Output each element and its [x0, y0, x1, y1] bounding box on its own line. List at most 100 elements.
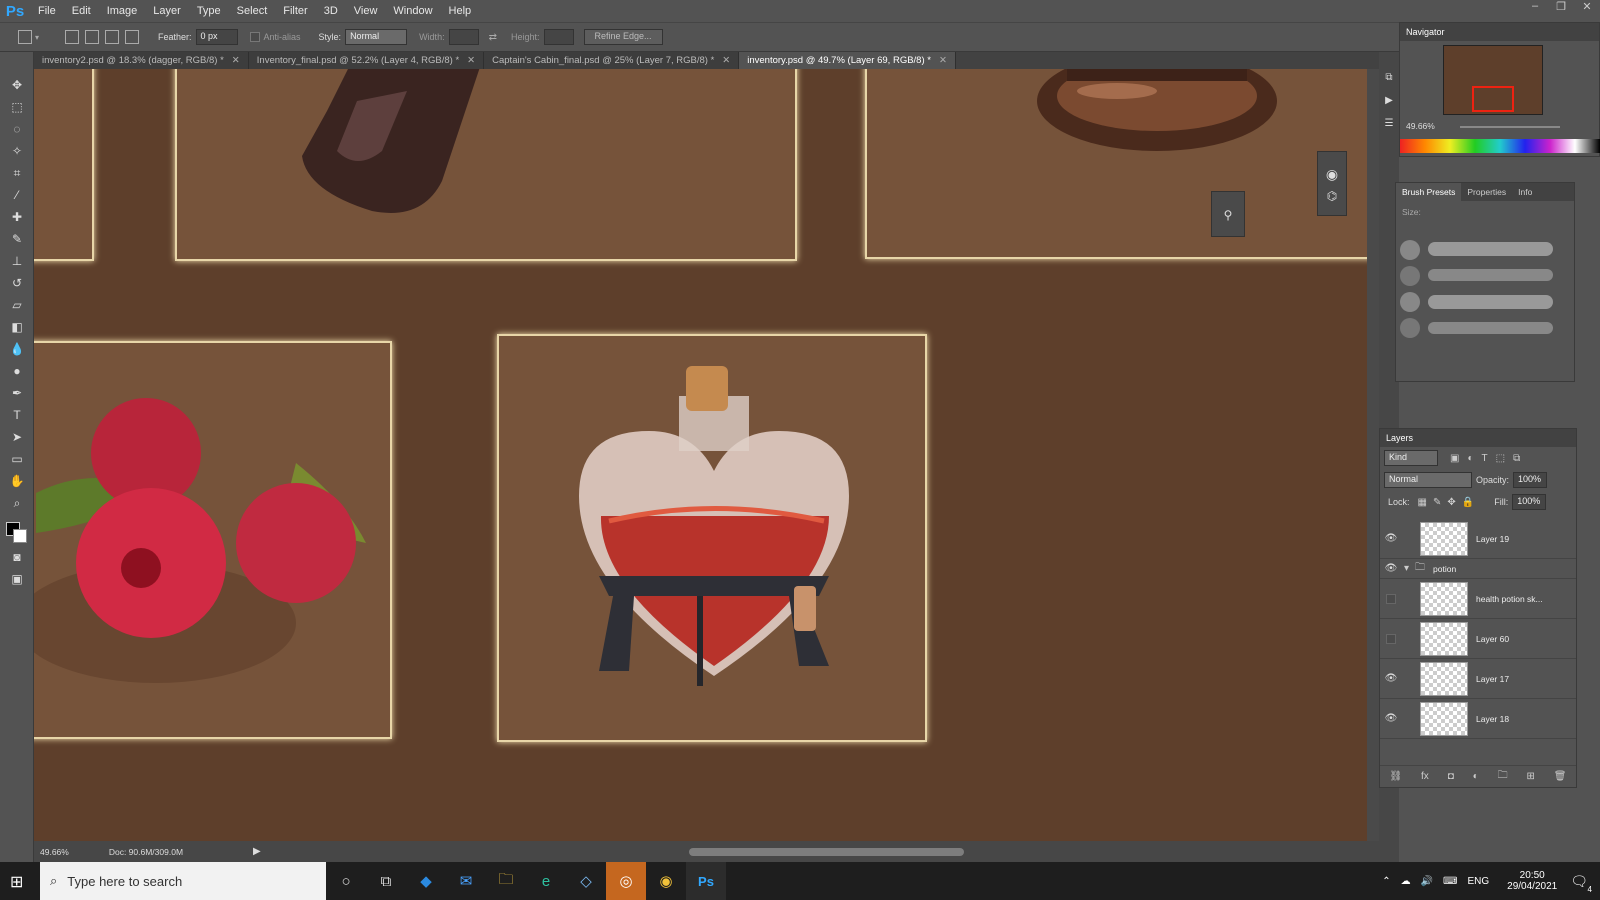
notifications-icon[interactable]: 🗨 4 — [1570, 873, 1592, 894]
eye-icon[interactable]: 👁 — [1380, 713, 1402, 724]
navigator-zoom[interactable]: 49.66% — [1406, 121, 1435, 131]
menu-3d[interactable]: 3D — [316, 5, 346, 17]
chevron-down-icon[interactable]: ▾ — [35, 33, 55, 42]
clock[interactable]: 20:50 29/04/2021 — [1502, 870, 1562, 892]
zoom-tool-icon[interactable]: ⌕ — [8, 494, 26, 512]
app-icon[interactable]: ◎ — [606, 862, 646, 900]
close-icon[interactable]: ✕ — [467, 55, 475, 66]
lock-image-icon[interactable]: ✎ — [1433, 497, 1441, 508]
refine-edge-button[interactable]: Refine Edge... — [583, 29, 663, 45]
document-canvas[interactable] — [34, 69, 1379, 841]
visibility-toggle[interactable] — [1386, 593, 1396, 604]
tab-brush-presets[interactable]: Brush Presets — [1396, 183, 1462, 201]
menu-image[interactable]: Image — [99, 5, 146, 17]
subtract-selection-icon[interactable] — [105, 30, 119, 44]
screen-mode-icon[interactable]: ▣ — [8, 570, 26, 588]
pen-tool-icon[interactable]: ✒ — [8, 384, 26, 402]
filter-adjustment-icon[interactable]: ◐ — [1467, 453, 1473, 464]
minimize-icon[interactable]: – — [1522, 0, 1548, 16]
menu-type[interactable]: Type — [189, 5, 229, 17]
new-layer-icon[interactable]: ⊞ — [1526, 771, 1534, 782]
blend-mode-select[interactable]: Normal — [1384, 472, 1472, 488]
mail-icon[interactable]: ✉ — [446, 862, 486, 900]
tab-captains-cabin[interactable]: Captain's Cabin_final.psd @ 25% (Layer 7… — [484, 52, 740, 69]
menu-select[interactable]: Select — [229, 5, 276, 17]
horizontal-scrollbar[interactable] — [689, 848, 964, 856]
network-icon[interactable]: ☁ — [1401, 876, 1411, 887]
3d-object-icon[interactable]: ◉ — [1318, 166, 1346, 183]
language-indicator[interactable]: ENG — [1467, 876, 1489, 887]
tab-inventory-final[interactable]: Inventory_final.psd @ 52.2% (Layer 4, RG… — [248, 52, 485, 69]
keyboard-icon[interactable]: ⌨ — [1443, 876, 1457, 887]
link-layers-icon[interactable]: ⛓ — [1389, 771, 1402, 782]
zoom-slider[interactable] — [1460, 126, 1560, 128]
menu-edit[interactable]: Edit — [64, 5, 99, 17]
crop-tool-icon[interactable]: ⌗ — [8, 164, 26, 182]
dodge-tool-icon[interactable]: ● — [8, 362, 26, 380]
puppet-warp-icon[interactable]: ⚲ — [1212, 208, 1244, 222]
taskbar-search[interactable]: ⌕ Type here to search — [40, 862, 326, 900]
eye-icon[interactable]: 👁 — [1380, 533, 1402, 544]
quick-mask-icon[interactable]: ◙ — [8, 548, 26, 566]
menu-help[interactable]: Help — [441, 5, 480, 17]
menu-window[interactable]: Window — [385, 5, 440, 17]
close-icon[interactable]: ✕ — [232, 55, 240, 66]
layer-row[interactable]: Layer 60 — [1380, 619, 1576, 659]
app-icon[interactable]: ◇ — [566, 862, 606, 900]
close-icon[interactable]: ✕ — [722, 55, 730, 66]
eyedropper-icon[interactable]: ⁄ — [8, 186, 26, 204]
style-select[interactable]: Normal — [345, 29, 408, 45]
view-box[interactable] — [1472, 86, 1514, 112]
intersect-selection-icon[interactable] — [125, 30, 139, 44]
blur-tool-icon[interactable]: 💧 — [8, 340, 26, 358]
healing-brush-icon[interactable]: ✚ — [8, 208, 26, 226]
lock-all-icon[interactable]: 🔒 — [1462, 497, 1474, 508]
task-view-icon[interactable]: ⧉ — [366, 862, 406, 900]
menu-file[interactable]: File — [30, 5, 64, 17]
layer-row[interactable]: health potion sk... — [1380, 579, 1576, 619]
eye-icon[interactable]: 👁 — [1380, 563, 1402, 574]
swatches[interactable] — [1400, 139, 1600, 153]
add-mask-icon[interactable]: ◘ — [1448, 771, 1454, 782]
menu-layer[interactable]: Layer — [145, 5, 189, 17]
add-selection-icon[interactable] — [85, 30, 99, 44]
tab-properties[interactable]: Properties — [1461, 183, 1512, 201]
tab-info[interactable]: Info — [1512, 183, 1538, 201]
app-icon[interactable]: ◆ — [406, 862, 446, 900]
tab-inventory[interactable]: inventory.psd @ 49.7% (Layer 69, RGB/8) … — [739, 52, 956, 69]
close-icon[interactable]: ✕ — [939, 55, 947, 66]
brush-settings-icon[interactable]: ☰ — [1379, 118, 1399, 129]
magic-wand-icon[interactable]: ✧ — [8, 142, 26, 160]
menu-view[interactable]: View — [346, 5, 386, 17]
hand-tool-icon[interactable]: ✋ — [8, 472, 26, 490]
close-window-icon[interactable]: ✕ — [1574, 0, 1600, 16]
menu-filter[interactable]: Filter — [275, 5, 315, 17]
new-group-icon[interactable]: 🗀 — [1498, 768, 1508, 785]
shape-tool-icon[interactable]: ▭ — [8, 450, 26, 468]
path-select-icon[interactable]: ➤ — [8, 428, 26, 446]
photoshop-taskbar-icon[interactable]: Ps — [686, 862, 726, 900]
feather-input[interactable]: 0 px — [195, 29, 238, 45]
layer-row[interactable]: 👁 Layer 17 — [1380, 659, 1576, 699]
volume-icon[interactable]: 🔊 — [1421, 876, 1433, 887]
stamp-tool-icon[interactable]: ⊥ — [8, 252, 26, 270]
type-tool-icon[interactable]: T — [8, 406, 26, 424]
doc-size-readout[interactable]: Doc: 90.6M/309.0M — [109, 847, 183, 857]
lasso-tool-icon[interactable]: ◌ — [8, 120, 26, 138]
visibility-toggle[interactable] — [1386, 633, 1396, 644]
adjustment-layer-icon[interactable]: ◐ — [1473, 771, 1479, 782]
actions-icon[interactable]: ▶ — [1379, 95, 1399, 106]
layer-row[interactable]: 👁 Layer 19 — [1380, 519, 1576, 559]
move-tool-icon[interactable]: ✥ — [8, 76, 26, 94]
lock-transparency-icon[interactable]: ▦ — [1418, 497, 1427, 508]
height-input[interactable] — [543, 29, 574, 45]
eye-icon[interactable]: 👁 — [1380, 673, 1402, 684]
fx-icon[interactable]: fx — [1421, 771, 1429, 782]
layer-filter-kind[interactable]: Kind — [1384, 450, 1438, 466]
tab-inventory2[interactable]: inventory2.psd @ 18.3% (dagger, RGB/8) *… — [34, 52, 249, 69]
chevron-down-icon[interactable]: ▾ — [1404, 563, 1409, 574]
file-explorer-icon[interactable]: 🗀 — [486, 862, 526, 900]
windows-start-icon[interactable]: ⊞ — [10, 872, 23, 892]
tray-chevron-icon[interactable]: ⌃ — [1382, 876, 1390, 887]
zoom-readout[interactable]: 49.66% — [40, 847, 69, 857]
